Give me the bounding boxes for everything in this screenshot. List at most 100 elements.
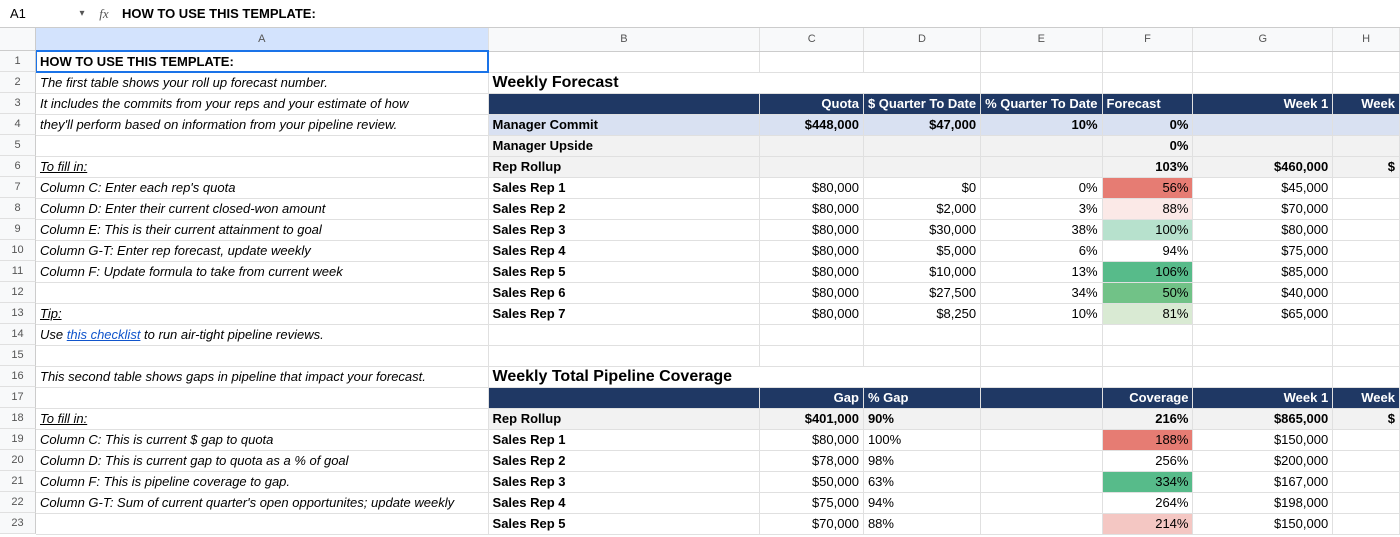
t1-label[interactable]: Sales Rep 1 <box>488 177 760 198</box>
cell[interactable]: 63% <box>863 471 980 492</box>
row-header-17[interactable]: 17 <box>0 387 36 408</box>
cell[interactable] <box>488 93 760 114</box>
cell[interactable]: Use this checklist to run air-tight pipe… <box>36 324 488 345</box>
cell[interactable]: Quota <box>760 93 864 114</box>
cell[interactable]: It includes the commits from your reps a… <box>36 93 488 114</box>
cell[interactable]: Column G-T: Sum of current quarter's ope… <box>36 492 488 513</box>
cell[interactable]: Column C: This is current $ gap to quota <box>36 429 488 450</box>
row-header-1[interactable]: 1 <box>0 51 36 72</box>
cell[interactable]: Column F: This is pipeline coverage to g… <box>36 471 488 492</box>
cell[interactable]: 34% <box>981 282 1102 303</box>
cell[interactable]: 6% <box>981 240 1102 261</box>
row-header-18[interactable]: 18 <box>0 408 36 429</box>
cell[interactable]: Forecast <box>1102 93 1193 114</box>
cell[interactable] <box>760 135 864 156</box>
cell[interactable]: $167,000 <box>1193 471 1333 492</box>
table2-title[interactable]: Weekly Total Pipeline Coverage <box>488 366 760 387</box>
column-header-D[interactable]: D <box>863 28 980 51</box>
column-header-F[interactable]: F <box>1102 28 1193 51</box>
cell[interactable] <box>760 51 864 72</box>
cell[interactable]: 103% <box>1102 156 1193 177</box>
name-box[interactable] <box>4 4 76 23</box>
t2-label[interactable]: Rep Rollup <box>488 408 760 429</box>
row-header-21[interactable]: 21 <box>0 471 36 492</box>
cell[interactable] <box>1333 513 1400 534</box>
cell[interactable] <box>1333 135 1400 156</box>
cell[interactable]: 38% <box>981 219 1102 240</box>
cell[interactable]: $0 <box>863 177 980 198</box>
cell[interactable] <box>1102 324 1193 345</box>
cell[interactable] <box>36 345 488 366</box>
cell[interactable]: $2,000 <box>863 198 980 219</box>
cell[interactable]: 216% <box>1102 408 1193 429</box>
cell[interactable]: $80,000 <box>1193 219 1333 240</box>
cell[interactable]: $78,000 <box>760 450 864 471</box>
cell[interactable]: To fill in: <box>36 408 488 429</box>
cell[interactable] <box>1193 324 1333 345</box>
cell[interactable] <box>981 135 1102 156</box>
name-box-dropdown-icon[interactable]: ▾ <box>76 8 88 19</box>
cell[interactable]: they'll perform based on information fro… <box>36 114 488 135</box>
cell[interactable]: $80,000 <box>760 303 864 324</box>
cell[interactable] <box>1193 135 1333 156</box>
column-header-H[interactable]: H <box>1333 28 1400 51</box>
cell[interactable] <box>1333 345 1400 366</box>
cell-A1[interactable]: HOW TO USE THIS TEMPLATE: <box>36 51 488 72</box>
row-header-15[interactable]: 15 <box>0 345 36 366</box>
cell[interactable]: 100% <box>1102 219 1193 240</box>
row-header-20[interactable]: 20 <box>0 450 36 471</box>
cell[interactable]: $80,000 <box>760 261 864 282</box>
cell[interactable] <box>981 366 1102 387</box>
cell[interactable]: % Gap <box>863 387 980 408</box>
cell[interactable] <box>981 345 1102 366</box>
cell[interactable]: $ Quarter To Date <box>863 93 980 114</box>
cell[interactable] <box>981 387 1102 408</box>
cell[interactable]: $70,000 <box>760 513 864 534</box>
cell[interactable]: 0% <box>1102 114 1193 135</box>
column-header-G[interactable]: G <box>1193 28 1333 51</box>
cell[interactable] <box>981 492 1102 513</box>
cell[interactable] <box>1333 492 1400 513</box>
cell[interactable] <box>1193 51 1333 72</box>
select-all-corner[interactable] <box>0 28 36 51</box>
cell[interactable] <box>981 72 1102 93</box>
cell[interactable]: Week <box>1333 387 1400 408</box>
cell[interactable]: Coverage <box>1102 387 1193 408</box>
cell[interactable]: 10% <box>981 303 1102 324</box>
cell[interactable]: Week 1 <box>1193 93 1333 114</box>
cell[interactable] <box>1193 366 1333 387</box>
t1-label[interactable]: Sales Rep 2 <box>488 198 760 219</box>
cell[interactable]: $40,000 <box>1193 282 1333 303</box>
cell[interactable] <box>1333 198 1400 219</box>
cell[interactable]: $80,000 <box>760 282 864 303</box>
cell[interactable]: $75,000 <box>760 492 864 513</box>
cell[interactable] <box>760 366 864 387</box>
column-header-A[interactable]: A <box>36 28 488 51</box>
cell[interactable]: To fill in: <box>36 156 488 177</box>
cell[interactable]: 88% <box>1102 198 1193 219</box>
cell[interactable] <box>1333 471 1400 492</box>
cell[interactable]: $448,000 <box>760 114 864 135</box>
cell[interactable]: 88% <box>863 513 980 534</box>
row-header-9[interactable]: 9 <box>0 219 36 240</box>
row-header-23[interactable]: 23 <box>0 513 36 534</box>
cell[interactable] <box>863 366 980 387</box>
t1-label[interactable]: Sales Rep 6 <box>488 282 760 303</box>
cell[interactable] <box>981 156 1102 177</box>
t2-label[interactable]: Sales Rep 2 <box>488 450 760 471</box>
cell[interactable]: $198,000 <box>1193 492 1333 513</box>
cell[interactable]: $5,000 <box>863 240 980 261</box>
checklist-link[interactable]: this checklist <box>67 327 141 342</box>
cell[interactable]: Week 1 <box>1193 387 1333 408</box>
cell[interactable]: $85,000 <box>1193 261 1333 282</box>
cell[interactable] <box>1102 366 1193 387</box>
cell[interactable]: The first table shows your roll up forec… <box>36 72 488 93</box>
t1-label[interactable]: Manager Upside <box>488 135 760 156</box>
cell[interactable]: 10% <box>981 114 1102 135</box>
cell[interactable]: $150,000 <box>1193 429 1333 450</box>
t2-label[interactable]: Sales Rep 5 <box>488 513 760 534</box>
cell[interactable]: 90% <box>863 408 980 429</box>
cell[interactable]: 94% <box>1102 240 1193 261</box>
cell[interactable]: 81% <box>1102 303 1193 324</box>
cell[interactable] <box>981 450 1102 471</box>
